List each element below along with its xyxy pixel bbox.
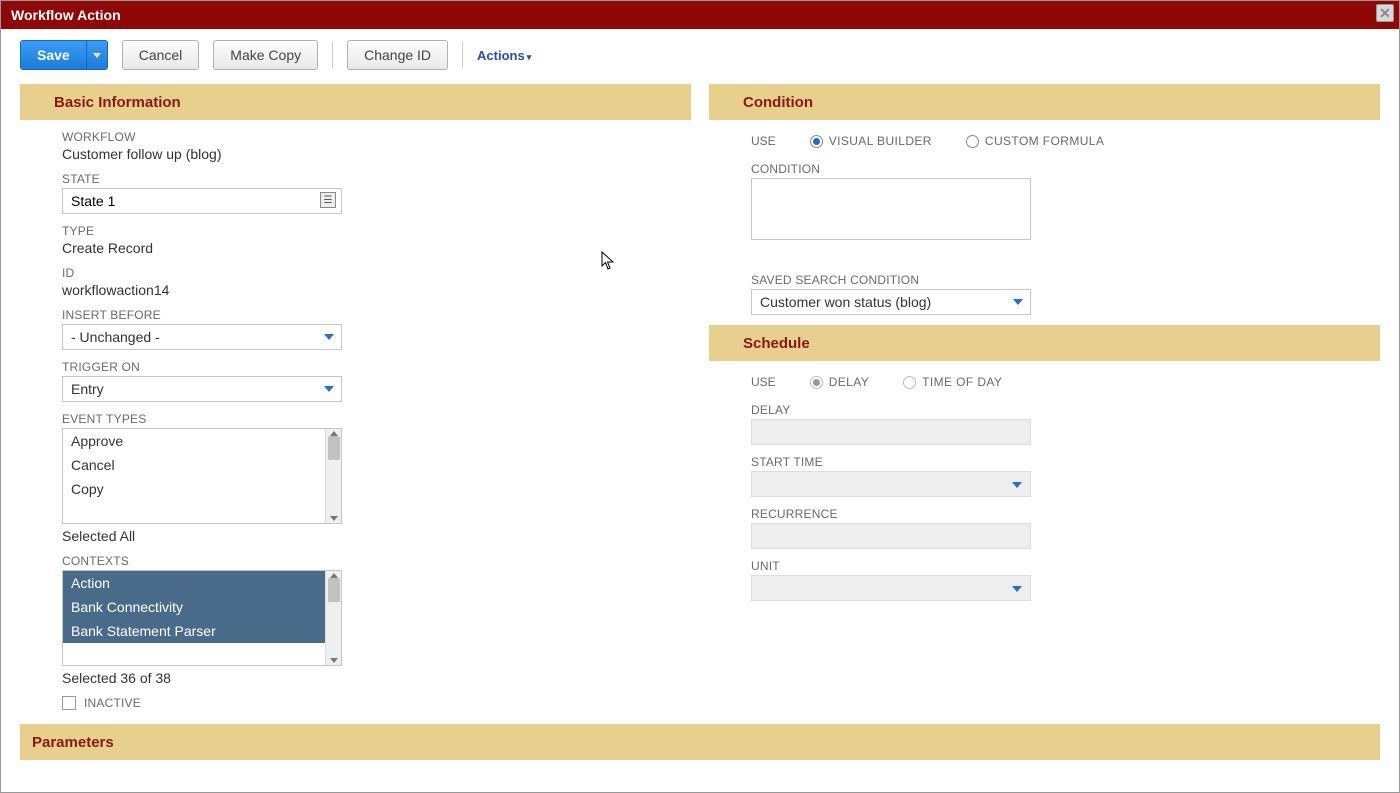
- delay-radio: [810, 376, 823, 389]
- schedule-use-label: USE: [751, 375, 776, 389]
- recurrence-input: [751, 523, 1031, 549]
- section-basic-header: Basic Information: [20, 84, 691, 120]
- chevron-down-icon: [1013, 299, 1023, 305]
- visual-builder-radio[interactable]: [810, 135, 823, 148]
- list-item[interactable]: Bank Statement Parser: [63, 619, 325, 643]
- insert-before-select[interactable]: [62, 324, 342, 350]
- saved-search-select[interactable]: [751, 289, 1031, 315]
- type-value: Create Record: [62, 240, 691, 256]
- dialog-scroll[interactable]: Save Cancel Make Copy Change ID Actions▾…: [2, 32, 1398, 791]
- visual-builder-label: VISUAL BUILDER: [829, 134, 932, 148]
- list-item[interactable]: Bank Connectivity: [63, 595, 325, 619]
- scroll-thumb[interactable]: [328, 578, 340, 602]
- start-time-select: [751, 471, 1031, 497]
- save-button[interactable]: Save: [21, 41, 87, 69]
- saved-search-label: SAVED SEARCH CONDITION: [751, 273, 1380, 287]
- recurrence-label: RECURRENCE: [751, 507, 1380, 521]
- scrollbar[interactable]: [325, 571, 341, 665]
- chevron-down-icon: ▾: [527, 52, 532, 62]
- id-label: ID: [62, 266, 691, 280]
- workflow-value: Customer follow up (blog): [62, 146, 691, 162]
- list-item[interactable]: Action: [63, 571, 325, 595]
- save-button-group: Save: [20, 40, 108, 70]
- delay-label: DELAY: [829, 375, 869, 389]
- section-condition-header: Condition: [709, 84, 1380, 120]
- contexts-label: CONTEXTS: [62, 554, 691, 568]
- event-types-listbox[interactable]: Approve Cancel Copy: [62, 428, 342, 524]
- titlebar: Workflow Action ✕: [1, 1, 1399, 29]
- event-types-helper: Selected All: [62, 528, 691, 544]
- actions-menu[interactable]: Actions▾: [477, 48, 531, 63]
- unit-select: [751, 575, 1031, 601]
- actions-label: Actions: [477, 48, 525, 63]
- make-copy-button[interactable]: Make Copy: [213, 40, 318, 70]
- condition-use-label: USE: [751, 134, 776, 148]
- chevron-down-icon: [93, 53, 101, 58]
- trigger-on-select[interactable]: [62, 376, 342, 402]
- list-item[interactable]: Cancel: [63, 453, 325, 477]
- close-icon[interactable]: ✕: [1376, 4, 1394, 22]
- inactive-label: INACTIVE: [84, 696, 141, 710]
- chevron-down-icon: [324, 334, 334, 340]
- delay-field-label: DELAY: [751, 403, 1380, 417]
- unit-label: UNIT: [751, 559, 1380, 573]
- save-dropdown[interactable]: [87, 41, 107, 69]
- list-item[interactable]: Approve: [63, 429, 325, 453]
- scrollbar[interactable]: [325, 429, 341, 523]
- list-item[interactable]: Copy: [63, 477, 325, 501]
- inactive-checkbox[interactable]: [62, 696, 76, 710]
- condition-textarea[interactable]: [751, 178, 1031, 240]
- trigger-on-label: TRIGGER ON: [62, 360, 691, 374]
- condition-label: CONDITION: [751, 162, 1380, 176]
- cancel-button[interactable]: Cancel: [122, 40, 200, 70]
- state-label: STATE: [62, 172, 691, 186]
- separator: [332, 42, 333, 68]
- type-label: TYPE: [62, 224, 691, 238]
- custom-formula-label: CUSTOM FORMULA: [985, 134, 1104, 148]
- state-input[interactable]: [62, 188, 342, 214]
- chevron-down-icon: [1012, 586, 1022, 592]
- delay-input: [751, 419, 1031, 445]
- scroll-down-icon[interactable]: [330, 658, 338, 663]
- insert-before-label: INSERT BEFORE: [62, 308, 691, 322]
- time-of-day-label: TIME OF DAY: [922, 375, 1002, 389]
- scroll-down-icon[interactable]: [330, 516, 338, 521]
- id-value: workflowaction14: [62, 282, 691, 298]
- workflow-label: WORKFLOW: [62, 130, 691, 144]
- contexts-listbox[interactable]: Action Bank Connectivity Bank Statement …: [62, 570, 342, 666]
- custom-formula-radio[interactable]: [966, 135, 979, 148]
- toolbar: Save Cancel Make Copy Change ID Actions▾: [20, 40, 1380, 70]
- list-icon[interactable]: ☰: [320, 192, 336, 208]
- window-title: Workflow Action: [11, 7, 121, 23]
- time-of-day-radio: [903, 376, 916, 389]
- section-parameters-header: Parameters: [20, 724, 1380, 760]
- event-types-label: EVENT TYPES: [62, 412, 691, 426]
- section-schedule-header: Schedule: [709, 325, 1380, 361]
- chevron-down-icon: [324, 386, 334, 392]
- contexts-helper: Selected 36 of 38: [62, 670, 691, 686]
- chevron-down-icon: [1012, 482, 1022, 488]
- scroll-thumb[interactable]: [328, 436, 340, 460]
- workflow-action-window: Workflow Action ✕ Save Cancel Make Copy …: [0, 0, 1400, 793]
- start-time-label: START TIME: [751, 455, 1380, 469]
- separator: [462, 42, 463, 68]
- change-id-button[interactable]: Change ID: [347, 40, 448, 70]
